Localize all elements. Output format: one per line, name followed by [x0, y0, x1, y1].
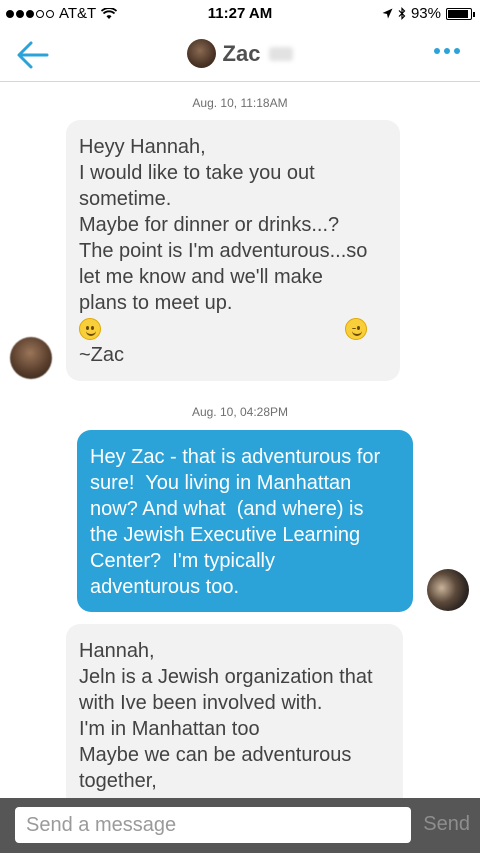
message-line: Center? I'm typically: [90, 550, 275, 572]
outgoing-message-bubble: Hey Zac - that is adventurous for sure! …: [77, 430, 413, 612]
message-line: adventurous too.: [90, 576, 239, 598]
blurred-last-name: [269, 46, 294, 61]
message-line: let me know and we'll make: [79, 266, 323, 288]
message-line: Hey Zac - that is adventurous for: [90, 446, 381, 468]
message-line: Heyy Hannah,: [79, 136, 206, 158]
bluetooth-icon: [398, 7, 406, 20]
location-arrow-icon: [382, 8, 393, 19]
message-line: The point is I'm adventurous...so: [79, 240, 368, 262]
message-line: sometime.: [79, 188, 172, 210]
winking-face-emoji-icon: [345, 318, 367, 340]
message-line: Maybe for dinner or drinks...?: [79, 214, 340, 236]
battery-percent: 93%: [410, 5, 441, 22]
more-dots-icon[interactable]: [434, 48, 460, 54]
message-line: with Ive been involved with.: [79, 692, 323, 714]
status-bar: AT&T 11:27 AM 93%: [0, 0, 480, 28]
message-line: Maybe we can be adventurous: [79, 744, 352, 766]
message-signature: ~Zac: [79, 344, 125, 366]
message-composer: Send: [0, 798, 480, 853]
incoming-message-bubble: Hannah, Jeln is a Jewish organization th…: [66, 624, 403, 824]
avatar: [186, 39, 216, 68]
nav-bar: Zac: [0, 28, 480, 82]
battery-fill: [448, 9, 469, 18]
avatar[interactable]: [10, 337, 52, 379]
status-right: 93%: [382, 5, 475, 22]
incoming-message-bubble: Heyy Hannah, I would like to take you ou…: [66, 120, 400, 381]
message-line: together,: [79, 770, 157, 792]
battery-icon: [446, 7, 475, 20]
message-input[interactable]: [15, 807, 411, 843]
conversation-title[interactable]: Zac: [0, 39, 480, 68]
message-line: plans to meet up.: [79, 292, 233, 314]
message-timestamp: Aug. 10, 11:18AM: [192, 96, 288, 110]
message-line: Hannah,: [79, 640, 155, 662]
contact-name: Zac: [222, 40, 261, 66]
emoji-row: [79, 316, 387, 342]
smiling-face-emoji-icon: [79, 318, 101, 340]
message-timestamp: Aug. 10, 04:28PM: [191, 405, 289, 419]
message-line: I would like to take you out: [79, 162, 315, 184]
message-line: I'm in Manhattan too: [79, 718, 260, 740]
message-line: the Jewish Executive Learning: [90, 524, 361, 546]
message-line: now? And what (and where) is: [90, 498, 364, 520]
message-line: sure! You living in Manhattan: [90, 472, 352, 494]
avatar[interactable]: [427, 569, 469, 611]
send-button[interactable]: Send: [423, 813, 470, 836]
message-line: Jeln is a Jewish organization that: [79, 666, 373, 688]
